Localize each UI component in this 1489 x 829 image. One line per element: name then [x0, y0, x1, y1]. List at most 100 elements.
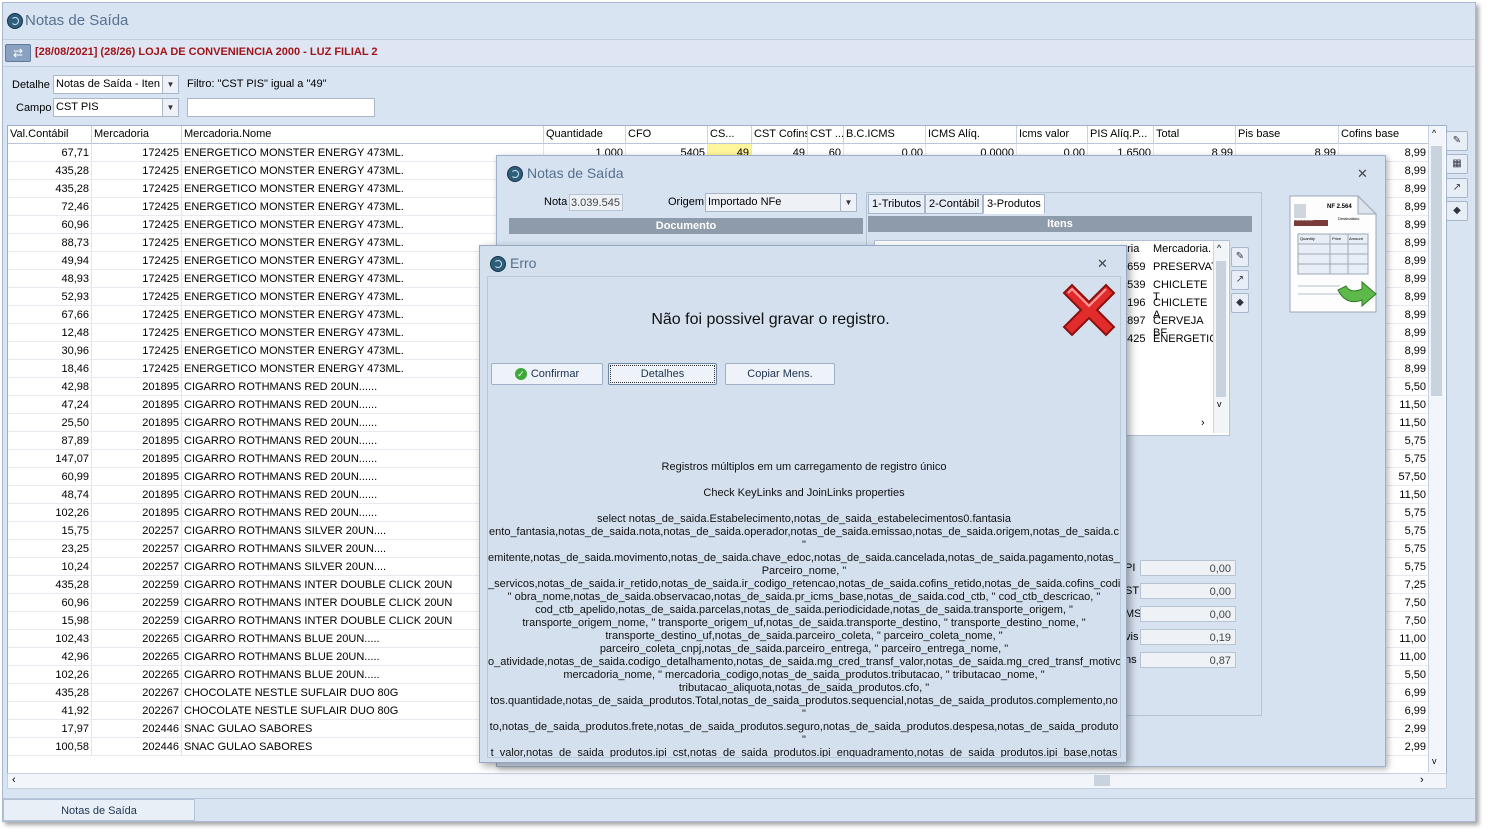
- mercadoria-cell[interactable]: 172425: [92, 216, 182, 234]
- column-header[interactable]: Total: [1154, 126, 1236, 144]
- chevron-right-icon[interactable]: ›: [1201, 417, 1205, 429]
- mercadoria-cell[interactable]: 202259: [92, 612, 182, 630]
- mercadoria-cell[interactable]: 172425: [92, 270, 182, 288]
- val-contabil-cell[interactable]: 30,96: [8, 342, 92, 360]
- val-contabil-cell[interactable]: 48,74: [8, 486, 92, 504]
- mercadoria-cell[interactable]: 172425: [92, 180, 182, 198]
- val-contabil-cell[interactable]: 10,24: [8, 558, 92, 576]
- mercadoria-cell[interactable]: 201895: [92, 396, 182, 414]
- details-button[interactable]: Detalhes: [608, 363, 717, 385]
- mercadoria-cell[interactable]: 202265: [92, 648, 182, 666]
- column-header[interactable]: Quantidade: [544, 126, 626, 144]
- scroll-thumb[interactable]: [1431, 146, 1442, 396]
- origem-combo[interactable]: Importado NFe ▼: [705, 193, 857, 212]
- mercadoria-cell[interactable]: 201895: [92, 414, 182, 432]
- val-contabil-cell[interactable]: 435,28: [8, 180, 92, 198]
- chevron-right-icon[interactable]: ›: [1420, 774, 1424, 786]
- column-header[interactable]: CST Cofins: [752, 126, 808, 144]
- column-header[interactable]: Val.Contábil: [8, 126, 92, 144]
- eraser-icon[interactable]: ◆: [1231, 293, 1249, 313]
- val-contabil-cell[interactable]: 12,48: [8, 324, 92, 342]
- val-contabil-cell[interactable]: 47,24: [8, 396, 92, 414]
- mercadoria-cell[interactable]: 172425: [92, 198, 182, 216]
- column-header[interactable]: PIS Alíq.P...: [1088, 126, 1154, 144]
- val-contabil-cell[interactable]: 435,28: [8, 684, 92, 702]
- val-contabil-cell[interactable]: 435,28: [8, 162, 92, 180]
- eraser-icon[interactable]: ◆: [1446, 201, 1468, 221]
- confirm-button[interactable]: ✓ Confirmar: [491, 363, 603, 385]
- val-contabil-cell[interactable]: 88,73: [8, 234, 92, 252]
- tab-notas-de-saida[interactable]: Notas de Saída: [3, 799, 195, 821]
- detalhe-combo[interactable]: Notas de Saída - Iten ▼: [53, 75, 179, 94]
- search-input[interactable]: [187, 98, 375, 117]
- column-header[interactable]: CS...: [708, 126, 752, 144]
- mercadoria-nome-cell[interactable]: ENERGETICO MONSTER ENERGY 473ML.: [182, 216, 544, 234]
- tab-tributos[interactable]: 1-Tributos: [868, 194, 926, 214]
- val-contabil-cell[interactable]: 49,94: [8, 252, 92, 270]
- mercadoria-cell[interactable]: 202257: [92, 540, 182, 558]
- tax-value-field[interactable]: 0,00: [1140, 560, 1236, 576]
- mercadoria-cell[interactable]: 201895: [92, 450, 182, 468]
- val-contabil-cell[interactable]: 67,71: [8, 144, 92, 162]
- mercadoria-cell[interactable]: 201895: [92, 432, 182, 450]
- column-header[interactable]: B.C.ICMS: [844, 126, 926, 144]
- column-header[interactable]: CST ...: [808, 126, 844, 144]
- column-header[interactable]: Pis base: [1236, 126, 1339, 144]
- mercadoria-cell[interactable]: 172425: [92, 360, 182, 378]
- val-contabil-cell[interactable]: 42,96: [8, 648, 92, 666]
- val-contabil-cell[interactable]: 100,58: [8, 738, 92, 756]
- mercadoria-cell[interactable]: 202265: [92, 666, 182, 684]
- mercadoria-nome-cell[interactable]: ENERGETICO MONSTER ENERGY 473ML.: [182, 198, 544, 216]
- val-contabil-cell[interactable]: 147,07: [8, 450, 92, 468]
- mercadoria-cell[interactable]: 202267: [92, 684, 182, 702]
- chevron-up-icon[interactable]: ^: [1432, 128, 1436, 138]
- tax-value-field[interactable]: 0,19: [1140, 629, 1236, 645]
- column-header[interactable]: Cofins base: [1339, 126, 1431, 144]
- column-header[interactable]: Icms valor: [1017, 126, 1088, 144]
- val-contabil-cell[interactable]: 15,98: [8, 612, 92, 630]
- column-header[interactable]: Mercadoria.Nome: [182, 126, 544, 144]
- chevron-down-icon[interactable]: v: [1432, 756, 1437, 766]
- campo-combo[interactable]: CST PIS ▼: [53, 98, 179, 117]
- val-contabil-cell[interactable]: 87,89: [8, 432, 92, 450]
- chevron-down-icon[interactable]: ▼: [840, 194, 856, 211]
- val-contabil-cell[interactable]: 23,25: [8, 540, 92, 558]
- val-contabil-cell[interactable]: 60,96: [8, 216, 92, 234]
- val-contabil-cell[interactable]: 18,46: [8, 360, 92, 378]
- val-contabil-cell[interactable]: 41,92: [8, 702, 92, 720]
- mercadoria-cell[interactable]: 201895: [92, 378, 182, 396]
- mercadoria-cell[interactable]: 172425: [92, 306, 182, 324]
- mercadoria-cell[interactable]: 172425: [92, 144, 182, 162]
- mercadoria-cell[interactable]: 172425: [92, 342, 182, 360]
- val-contabil-cell[interactable]: 102,26: [8, 504, 92, 522]
- val-contabil-cell[interactable]: 60,99: [8, 468, 92, 486]
- val-contabil-cell[interactable]: 102,43: [8, 630, 92, 648]
- val-contabil-cell[interactable]: 17,97: [8, 720, 92, 738]
- mercadoria-cell[interactable]: 202257: [92, 558, 182, 576]
- chevron-up-icon[interactable]: ^: [1217, 243, 1221, 253]
- val-contabil-cell[interactable]: 15,75: [8, 522, 92, 540]
- val-contabil-cell[interactable]: 67,66: [8, 306, 92, 324]
- val-contabil-cell[interactable]: 48,93: [8, 270, 92, 288]
- val-contabil-cell[interactable]: 60,96: [8, 594, 92, 612]
- mercadoria-nome-cell[interactable]: ENERGETICO MONSTER ENERGY 473ML.: [182, 144, 544, 162]
- mercadoria-cell[interactable]: 172425: [92, 252, 182, 270]
- chevron-down-icon[interactable]: v: [1217, 399, 1222, 409]
- swap-arrows-icon[interactable]: ⇄: [5, 44, 31, 62]
- close-icon[interactable]: ✕: [1357, 166, 1368, 182]
- mercadoria-cell[interactable]: 172425: [92, 162, 182, 180]
- mercadoria-nome-cell[interactable]: ENERGETICO MONSTER ENERGY 473ML.: [182, 180, 544, 198]
- chevron-down-icon[interactable]: ▼: [162, 99, 178, 116]
- mercadoria-cell[interactable]: 202265: [92, 630, 182, 648]
- mercadoria-cell[interactable]: 202257: [92, 522, 182, 540]
- mercadoria-cell[interactable]: 201895: [92, 468, 182, 486]
- mercadoria-cell[interactable]: 202267: [92, 702, 182, 720]
- mercadoria-cell[interactable]: 202259: [92, 576, 182, 594]
- itens-scrollbar[interactable]: ^ v: [1213, 241, 1228, 433]
- scroll-thumb[interactable]: [1216, 261, 1226, 397]
- horizontal-scrollbar[interactable]: ‹ ›: [7, 773, 1447, 789]
- copy-message-button[interactable]: Copiar Mens.: [725, 363, 835, 385]
- column-header[interactable]: Mercadoria: [92, 126, 182, 144]
- val-contabil-cell[interactable]: 25,50: [8, 414, 92, 432]
- mercadoria-cell[interactable]: 201895: [92, 504, 182, 522]
